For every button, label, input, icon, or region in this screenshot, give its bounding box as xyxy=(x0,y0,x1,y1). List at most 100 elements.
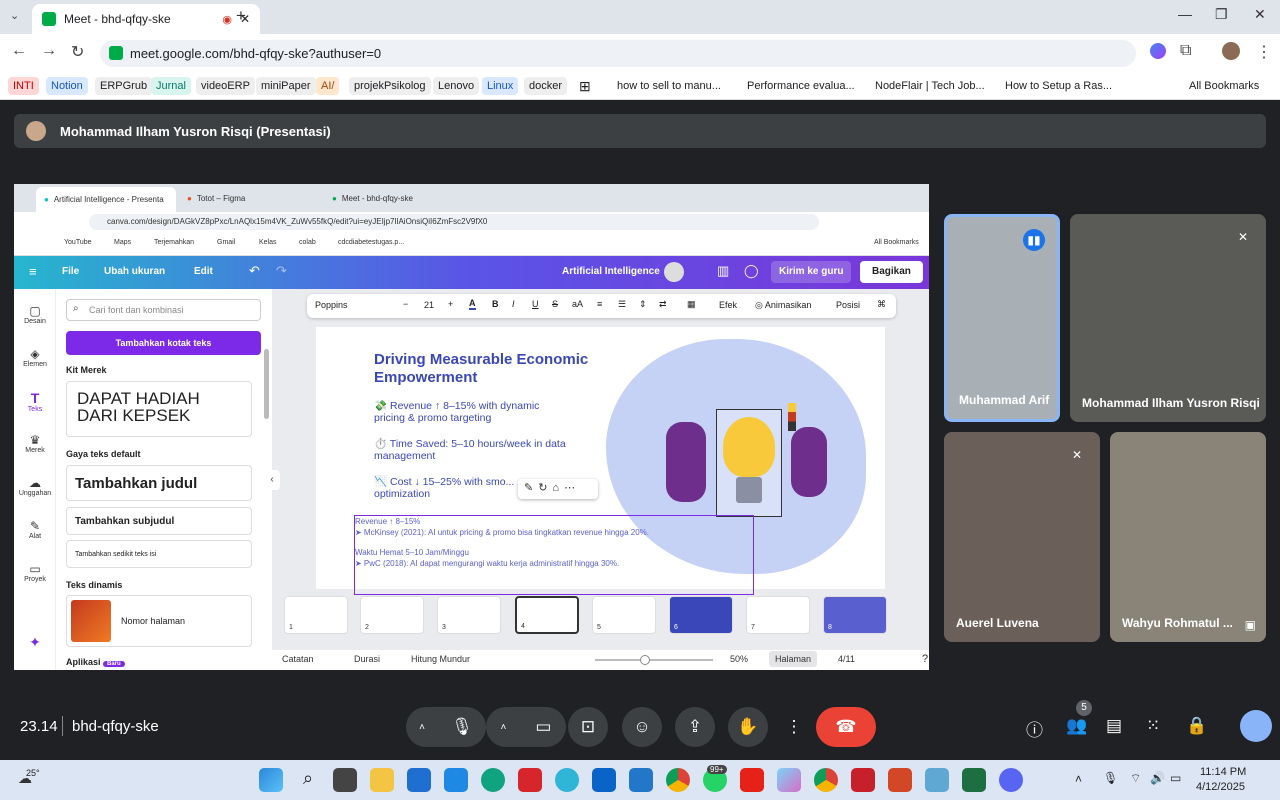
pages-button[interactable]: Halaman xyxy=(769,651,818,667)
start-icon[interactable] xyxy=(259,768,283,792)
page-thumbnail[interactable]: 5 xyxy=(592,596,656,634)
host-controls-icon[interactable]: 🔒 xyxy=(1186,716,1207,736)
chat-icon[interactable]: ▤ xyxy=(1106,716,1122,736)
tab-search-icon[interactable]: ⌄ xyxy=(10,9,19,22)
chevron-up-icon[interactable]: ˄ xyxy=(419,722,425,733)
font-size[interactable]: 21 xyxy=(424,300,434,310)
panel-scrollbar[interactable] xyxy=(264,349,269,419)
increase-size-icon[interactable]: + xyxy=(448,299,453,309)
minimize-icon[interactable]: — xyxy=(1178,6,1192,22)
battery-icon[interactable]: ▭ xyxy=(1170,771,1181,785)
more-options-button[interactable]: ⋮ xyxy=(780,707,808,747)
zoom-level[interactable]: 50% xyxy=(730,654,748,664)
bookmark-item[interactable]: miniPaper xyxy=(256,77,316,95)
list-icon[interactable]: ☰ xyxy=(618,299,626,310)
bookmark-item[interactable]: INTI xyxy=(8,77,39,95)
redo-icon[interactable]: ↷ xyxy=(276,263,287,279)
gemini-panel-icon[interactable] xyxy=(1240,710,1272,742)
people-icon[interactable]: 👥 xyxy=(1066,716,1087,736)
decrease-size-icon[interactable]: − xyxy=(403,299,408,309)
font-search-input[interactable]: ⌕ Cari font dan kombinasi xyxy=(66,299,261,321)
bookmark-item[interactable]: ERPGrub xyxy=(95,77,153,95)
bookmark-item[interactable]: NodeFlair | Tech Job... xyxy=(870,77,990,95)
bookmark-item[interactable]: Maps xyxy=(114,239,131,246)
participant-tile[interactable]: ✕ Mohammad Ilham Yusron Risqi xyxy=(1070,214,1266,422)
brand-text-sample[interactable]: DAPAT HADIAH DARI KEPSEK xyxy=(66,381,252,437)
nav-uploads[interactable]: ☁ Unggahan xyxy=(14,476,56,497)
bookmark-item[interactable]: projekPsikolog xyxy=(349,77,431,95)
send-to-teacher-button[interactable]: Kirim ke guru xyxy=(771,261,852,283)
wifi-icon[interactable]: ⌔ xyxy=(1130,771,1141,786)
bookmark-item[interactable]: Gmail xyxy=(217,239,235,246)
nav-tools[interactable]: ✎ Alat xyxy=(14,519,56,540)
font-select[interactable]: Poppins xyxy=(315,300,348,310)
profile-avatar[interactable] xyxy=(1222,42,1240,60)
page-thumbnail[interactable]: 1 xyxy=(284,596,348,634)
app-icon[interactable] xyxy=(925,768,949,792)
slide-bullet[interactable]: 💸 Revenue ↑ 8–15% with dynamic pricing &… xyxy=(374,400,569,424)
reload-icon[interactable]: ↻ xyxy=(71,42,84,62)
participant-tile[interactable]: ▮▮ Muhammad Arif xyxy=(944,214,1060,422)
chrome-icon[interactable] xyxy=(666,768,690,792)
leave-call-button[interactable]: ☎ xyxy=(816,707,876,747)
magic-icon[interactable]: ✦ xyxy=(14,634,56,651)
all-bookmarks[interactable]: All Bookmarks xyxy=(1184,77,1264,95)
bookmark-item[interactable]: All Bookmarks xyxy=(874,239,919,246)
duration-button[interactable]: Durasi xyxy=(354,654,380,664)
app-icon[interactable] xyxy=(444,768,468,792)
page-thumbnail[interactable]: 3 xyxy=(437,596,501,634)
camera-button[interactable]: ˄ ▭ xyxy=(486,707,566,747)
maximize-icon[interactable]: ❐ xyxy=(1215,6,1228,23)
excel-icon[interactable] xyxy=(962,768,986,792)
participant-tile[interactable]: Wahyu Rohmatul ... ▣ xyxy=(1110,432,1266,642)
tab-meet[interactable]: Meet - bhd-qfqy-ske ◉ ✕ xyxy=(32,4,260,34)
bookmark-item[interactable]: How to Setup a Ras... xyxy=(1000,77,1117,95)
bookmark-item[interactable]: Performance evalua... xyxy=(742,77,860,95)
search-icon[interactable]: ⌕ xyxy=(296,768,320,792)
bookmark-item[interactable]: how to sell to manu... xyxy=(612,77,726,95)
align-icon[interactable]: ≡ xyxy=(597,299,602,309)
close-window-icon[interactable]: ✕ xyxy=(1254,6,1266,23)
strikethrough-icon[interactable]: S xyxy=(552,299,558,309)
mic-button[interactable]: ˄ 🎙 xyxy=(406,707,486,747)
address-bar[interactable]: meet.google.com/bhd-qfqy-ske?authuser=0 xyxy=(100,40,1136,67)
timer-button[interactable]: Hitung Mundur xyxy=(411,654,470,664)
page-thumbnail[interactable]: 8 xyxy=(823,596,887,634)
copilot-icon[interactable] xyxy=(777,768,801,792)
bookmark-item[interactable]: Kelas xyxy=(259,239,277,246)
bookmark-item[interactable]: Notion xyxy=(46,77,88,95)
text-color-icon[interactable]: A xyxy=(469,298,476,310)
raise-hand-button[interactable]: ✋ xyxy=(728,707,768,747)
spacing-icon[interactable]: ⇕ xyxy=(639,299,647,310)
tray-mic-icon[interactable]: 🎙 xyxy=(1103,771,1118,785)
doc-title[interactable]: Artificial Intelligence xyxy=(562,266,660,277)
tray-chevron-icon[interactable]: ˄ xyxy=(1075,772,1082,786)
slide-canvas[interactable]: Driving Measurable Economic Empowerment … xyxy=(316,327,885,595)
underline-icon[interactable]: U xyxy=(532,299,539,309)
bookmark-item[interactable]: Terjemahkan xyxy=(154,239,194,246)
youtube-icon[interactable] xyxy=(740,768,764,792)
emoji-button[interactable]: ☺ xyxy=(622,707,662,747)
italic-icon[interactable]: I xyxy=(512,299,515,309)
participant-tile[interactable]: ✕ Auerel Luvena xyxy=(944,432,1100,642)
back-icon[interactable]: ← xyxy=(11,42,27,60)
inner-tab-canva[interactable]: ● Artificial Intelligence - Presenta xyxy=(36,187,176,212)
acrobat-icon[interactable] xyxy=(851,768,875,792)
clock-date[interactable]: 4/12/2025 xyxy=(1196,781,1245,793)
activities-icon[interactable]: ⁙ xyxy=(1146,716,1160,736)
edge-icon[interactable] xyxy=(481,768,505,792)
user-avatar[interactable] xyxy=(664,262,684,282)
notes-text-box[interactable]: Revenue ↑ 8–15% ➤ McKinsey (2021): AI un… xyxy=(354,515,754,595)
new-tab-icon[interactable]: + xyxy=(236,6,246,26)
outlook-icon[interactable] xyxy=(592,768,616,792)
hamburger-icon[interactable]: ≡ xyxy=(29,264,37,279)
position-button[interactable]: Posisi xyxy=(836,300,860,310)
slide-bullet[interactable]: 📉 Cost ↓ 15–25% with smo... optimization xyxy=(374,476,524,500)
inner-tab-meet[interactable]: ● Meet - bhd-qfqy-ske xyxy=(324,188,464,208)
page-thumbnail[interactable]: 6 xyxy=(669,596,733,634)
help-icon[interactable]: ? xyxy=(922,653,928,665)
add-body-button[interactable]: Tambahkan sedikit teks isi xyxy=(66,540,252,568)
bookmark-item[interactable]: AI/ xyxy=(316,77,340,95)
bookmark-item[interactable]: docker xyxy=(524,77,568,95)
animate-button[interactable]: ◎ Animasikan xyxy=(755,300,811,311)
